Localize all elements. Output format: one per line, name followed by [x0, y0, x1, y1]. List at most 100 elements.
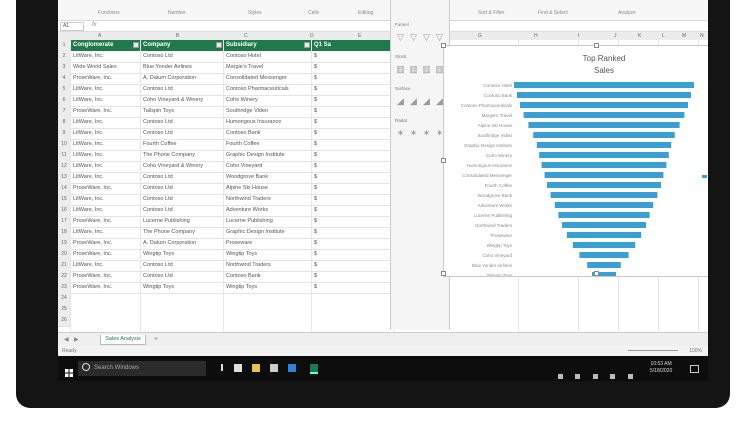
funnel-bar[interactable]: [517, 92, 691, 98]
table-cell[interactable]: Fourth Coffee: [223, 139, 311, 150]
table-cell[interactable]: Wingtip Toys: [223, 282, 311, 293]
table-cell[interactable]: $: [311, 249, 394, 260]
table-cell[interactable]: Wide World Sales: [70, 62, 140, 73]
table-cell[interactable]: Contoso Ltd: [140, 183, 223, 194]
table-cell[interactable]: Alpine Ski House: [223, 183, 311, 194]
table-cell[interactable]: LitWare, Inc.: [70, 150, 140, 161]
filter-dropdown-icon[interactable]: [133, 42, 139, 48]
add-sheet-button[interactable]: +: [152, 335, 160, 344]
table-cell[interactable]: Coho Winery: [223, 95, 311, 106]
zoom-slider[interactable]: [628, 350, 678, 351]
table-cell[interactable]: $: [311, 194, 394, 205]
table-cell[interactable]: $: [311, 205, 394, 216]
chart-type-option-icon[interactable]: ▽: [408, 32, 419, 43]
resize-handle[interactable]: [594, 43, 599, 48]
column-header[interactable]: K: [638, 32, 641, 40]
column-header[interactable]: B: [176, 32, 179, 40]
table-cell[interactable]: $: [311, 271, 394, 282]
table-cell[interactable]: LitWare, Inc.: [70, 84, 140, 95]
funnel-bar[interactable]: [533, 132, 675, 138]
table-cell[interactable]: Southridge Video: [223, 106, 311, 117]
wifi-icon[interactable]: [610, 374, 616, 379]
pen-icon[interactable]: [575, 374, 581, 379]
table-cell[interactable]: $: [311, 227, 394, 238]
table-cell[interactable]: Contoso Ltd: [140, 194, 223, 205]
folder-icon[interactable]: [252, 364, 260, 372]
table-cell[interactable]: $: [311, 172, 394, 183]
funnel-bar[interactable]: [572, 242, 636, 248]
table-cell[interactable]: $: [311, 51, 394, 62]
column-header[interactable]: E: [358, 32, 361, 40]
table-cell[interactable]: Coho Vineyard & Winery: [140, 161, 223, 172]
column-header[interactable]: D: [310, 32, 314, 40]
resize-handle[interactable]: [441, 158, 446, 163]
battery-icon[interactable]: [592, 374, 598, 379]
name-box[interactable]: A1: [60, 22, 84, 31]
funnel-bar[interactable]: [554, 202, 654, 208]
table-cell[interactable]: ProseWare, Inc.: [70, 106, 140, 117]
resize-handle[interactable]: [594, 271, 599, 276]
chart-type-option-icon[interactable]: ▽: [421, 32, 432, 43]
table-cell[interactable]: $: [311, 260, 394, 271]
table-cell[interactable]: Contoso Ltd: [140, 117, 223, 128]
search-box[interactable]: Search Windows: [78, 361, 206, 376]
table-cell[interactable]: ProseWare, Inc.: [70, 271, 140, 282]
table-cell[interactable]: Contoso Hotel: [223, 51, 311, 62]
table-cell[interactable]: Humongous Insurance: [223, 117, 311, 128]
table-cell[interactable]: ProseWare, Inc.: [70, 216, 140, 227]
table-cell[interactable]: Wingtip Toys: [140, 282, 223, 293]
chart-type-option-icon[interactable]: ✶: [395, 128, 406, 139]
chart-type-option-icon[interactable]: ▥: [421, 64, 432, 75]
table-cell[interactable]: Contoso Ltd: [140, 271, 223, 282]
funnel-bar[interactable]: [547, 182, 661, 188]
table-cell[interactable]: $: [311, 150, 394, 161]
table-cell[interactable]: LitWare, Inc.: [70, 117, 140, 128]
funnel-chart[interactable]: Top Ranked Sales Contoso Hotel Contoso Ba…: [441, 43, 708, 278]
chart-type-option-icon[interactable]: ✶: [408, 128, 419, 139]
column-header[interactable]: H: [534, 32, 538, 40]
volume-icon[interactable]: [627, 374, 633, 379]
table-cell[interactable]: Coho Vineyard & Winery: [140, 95, 223, 106]
table-cell[interactable]: LitWare, Inc.: [70, 194, 140, 205]
chart-type-option-icon[interactable]: ✶: [421, 128, 432, 139]
table-cell[interactable]: Tailspin Toys: [140, 106, 223, 117]
table-cell[interactable]: $: [311, 216, 394, 227]
funnel-bar[interactable]: [562, 222, 646, 228]
table-cell[interactable]: Graphic Design Institute: [223, 150, 311, 161]
table-cell[interactable]: Coho Vineyard: [223, 161, 311, 172]
table-cell[interactable]: Contoso Pharmaceuticals: [223, 84, 311, 95]
funnel-bar[interactable]: [566, 232, 642, 238]
table-cell[interactable]: LitWare, Inc.: [70, 128, 140, 139]
table-cell[interactable]: LitWare, Inc.: [70, 172, 140, 183]
table-cell[interactable]: Adventure Works: [223, 205, 311, 216]
table-cell[interactable]: Proseware: [223, 238, 311, 249]
resize-handle[interactable]: [441, 271, 446, 276]
microphone-icon[interactable]: [218, 364, 226, 372]
funnel-bar[interactable]: [528, 122, 680, 128]
table-cell[interactable]: ProseWare, Inc.: [70, 238, 140, 249]
chart-type-option-icon[interactable]: ▽: [395, 32, 406, 43]
column-header[interactable]: C: [244, 32, 248, 40]
table-cell[interactable]: $: [311, 161, 394, 172]
filter-dropdown-icon[interactable]: [216, 42, 222, 48]
table-cell[interactable]: A. Datum Corporation: [140, 73, 223, 84]
table-cell[interactable]: Woodgrove Bank: [223, 172, 311, 183]
column-header[interactable]: J: [614, 32, 617, 40]
chart-type-option-icon[interactable]: ◢: [408, 96, 419, 107]
column-header[interactable]: A: [98, 32, 101, 40]
table-cell[interactable]: $: [311, 117, 394, 128]
row-number[interactable]: 26: [58, 315, 70, 327]
funnel-bar[interactable]: [558, 212, 650, 218]
next-sheet-icon[interactable]: ▶: [74, 336, 79, 343]
table-cell[interactable]: Fourth Coffee: [140, 139, 223, 150]
chart-type-option-icon[interactable]: ◢: [421, 96, 432, 107]
table-cell[interactable]: LitWare, Inc.: [70, 95, 140, 106]
chart-type-option-icon[interactable]: ▥: [408, 64, 419, 75]
table-cell[interactable]: Contoso Bank: [223, 271, 311, 282]
store-icon[interactable]: [270, 364, 278, 372]
table-cell[interactable]: Northwind Traders: [223, 194, 311, 205]
table-cell[interactable]: Northwind Traders: [223, 260, 311, 271]
funnel-bar[interactable]: [541, 162, 667, 168]
table-cell[interactable]: Lucerne Publishing: [140, 216, 223, 227]
funnel-bar[interactable]: [539, 152, 669, 158]
